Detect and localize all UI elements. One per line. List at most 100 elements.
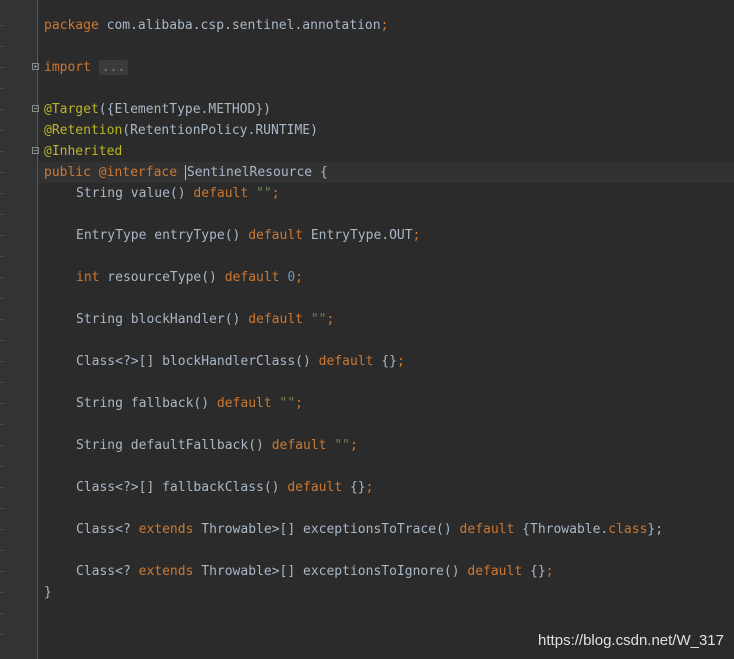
member-type: Class<? [76,564,139,579]
default-value: {} [342,480,366,495]
keyword: int [76,270,100,285]
gutter-marker [0,382,4,383]
member-name: blockHandlerClass() [154,354,311,369]
semicolon: ; [365,480,374,495]
close-brace: } [44,585,52,600]
default-value: {} [522,564,546,579]
folded-imports[interactable]: ... [98,60,129,75]
keyword: extends [138,522,194,537]
semicolon: ; [326,312,335,327]
gutter-marker [0,256,4,257]
string-literal: "" [279,396,296,411]
keyword: default [248,312,303,327]
gutter-marker [0,634,4,635]
fold-collapse-icon[interactable] [32,105,39,112]
code-line-member-fallback[interactable]: String fallback() default ""; [38,393,734,414]
keyword: extends [138,564,194,579]
member-name: entryType() [146,228,241,243]
gutter-marker [0,550,4,551]
keyword: default [224,270,280,285]
package-name: com.alibaba.csp.sentinel.annotation [98,18,381,33]
code-line-member-blockhandler[interactable]: String blockHandler() default ""; [38,309,734,330]
annotation-args: (RetentionPolicy.RUNTIME) [122,123,318,138]
member-type: Class<?>[] [76,354,155,369]
gutter-marker [0,424,4,425]
semicolon: ; [412,228,421,243]
gutter-marker [0,25,4,26]
code-line-member-fallbackclass[interactable]: Class<?>[] fallbackClass() default {}; [38,477,734,498]
annotation: @Target [44,102,99,117]
code-line-blank[interactable] [38,330,734,351]
code-line-blank[interactable] [38,288,734,309]
gutter-marker [0,277,4,278]
code-line-blank[interactable] [38,414,734,435]
code-line-member-blockhandlerclass[interactable]: Class<?>[] blockHandlerClass() default {… [38,351,734,372]
code-line-inherited[interactable]: @Inherited [32,141,734,162]
code-line-member-resourcetype[interactable]: int resourceType() default 0; [38,267,734,288]
semicolon: ; [271,186,280,201]
member-name: blockHandler() [122,312,241,327]
member-type: EntryType [76,228,147,243]
gutter-marker [0,571,4,572]
annotation: @Inherited [44,144,123,159]
code-line-member-exceptionstoignore[interactable]: Class<? extends Throwable>[] exceptionsT… [38,561,734,582]
code-line-blank[interactable] [38,498,734,519]
gutter-marker [0,172,4,173]
gutter-marker [0,529,4,530]
code-line-blank[interactable] [38,372,734,393]
keyword: class [608,522,648,537]
default-value: }; [647,522,664,537]
fold-collapse-icon[interactable] [32,147,39,154]
gutter-marker [0,445,4,446]
code-line-blank[interactable] [38,204,734,225]
code-line-blank[interactable] [38,540,734,561]
keyword: public [44,165,91,180]
keyword: default [216,396,272,411]
gutter-marker [0,487,4,488]
keyword: package [44,18,99,33]
semicolon: ; [295,270,303,285]
code-line-member-defaultfallback[interactable]: String defaultFallback() default ""; [38,435,734,456]
class-name: SentinelResource [186,165,313,180]
semicolon: ; [295,396,303,411]
open-brace: { [312,165,328,180]
member-name: value() [122,186,186,201]
text-caret [184,165,186,180]
gutter-marker [0,67,4,68]
code-line-blank[interactable] [38,36,734,57]
keyword: default [271,438,327,453]
keyword: default [287,480,343,495]
keyword: import [44,60,91,75]
keyword: default [248,228,303,243]
code-line-package[interactable]: package com.alibaba.csp.sentinel.annotat… [38,15,734,36]
code-editor[interactable]: package com.alibaba.csp.sentinel.annotat… [32,15,734,659]
gutter-marker [0,151,4,152]
code-line-target[interactable]: @Target({ElementType.METHOD}) [32,99,734,120]
code-line-blank[interactable] [38,78,734,99]
member-type: String [76,438,123,453]
keyword: default [318,354,374,369]
code-line-import[interactable]: import ... [32,57,734,78]
member-name: exceptionsToTrace() [295,522,452,537]
string-literal: "" [310,312,327,327]
gutter-marker [0,214,4,215]
keyword: default [459,522,515,537]
code-line-declaration[interactable]: public @interface SentinelResource { [38,162,734,183]
code-line-blank[interactable] [38,246,734,267]
semicolon: ; [349,438,358,453]
fold-expand-icon[interactable] [32,63,39,70]
code-line-member-entrytype[interactable]: EntryType entryType() default EntryType.… [38,225,734,246]
gutter-marker [0,592,4,593]
code-line-member-value[interactable]: String value() default ""; [38,183,734,204]
member-type: Class<? [76,522,139,537]
member-name: resourceType() [99,270,217,285]
member-type: String [76,312,123,327]
code-line-close[interactable]: } [38,582,734,603]
keyword: default [193,186,249,201]
code-line-blank[interactable] [38,456,734,477]
gutter-marker [0,361,4,362]
member-name: fallback() [122,396,210,411]
code-line-member-exceptionstotrace[interactable]: Class<? extends Throwable>[] exceptionsT… [38,519,734,540]
gutter-marker [0,403,4,404]
code-line-retention[interactable]: @Retention(RetentionPolicy.RUNTIME) [38,120,734,141]
